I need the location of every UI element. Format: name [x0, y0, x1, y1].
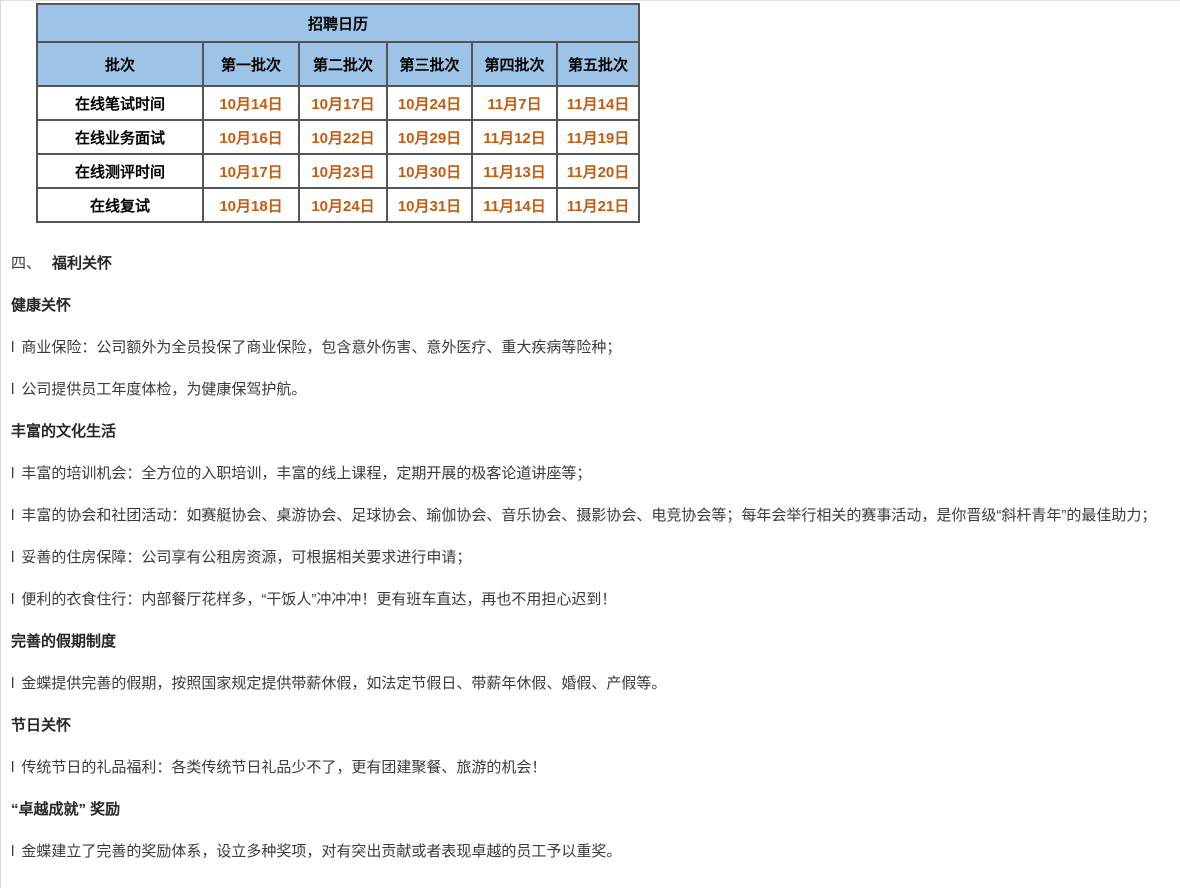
heading-achievement-award: “卓越成就” 奖励 — [11, 796, 1174, 824]
heading-festival-care: 节日关怀 — [11, 712, 1174, 740]
heading-health-care: 健康关怀 — [11, 292, 1174, 320]
section-title-welfare: 四、福利关怀 — [11, 250, 1174, 278]
bullet-training: l 丰富的培训机会：全方位的入职培训，丰富的线上课程，定期开展的极客论道讲座等； — [11, 460, 1174, 488]
col-header-batch-5: 第五批次 — [557, 42, 639, 86]
row-label: 在线笔试时间 — [37, 86, 203, 120]
date-cell: 11月13日 — [472, 154, 557, 188]
bullet-annual-checkup: l 公司提供员工年度体检，为健康保驾护航。 — [11, 376, 1174, 404]
table-row-final-interview: 在线复试 10月18日 10月24日 10月31日 11月14日 11月21日 — [37, 188, 639, 222]
date-cell: 10月24日 — [299, 188, 387, 222]
bullet-reward-system: l 金蝶建立了完善的奖励体系，设立多种奖项，对有突出贡献或者表现卓越的员工予以重奖… — [11, 838, 1174, 866]
bullet-text: 金蝶提供完善的假期，按照国家规定提供带薪休假，如法定节假日、带薪年休假、婚假、产… — [21, 675, 666, 692]
bullet-marker: l — [11, 465, 14, 482]
section-number: 四、 — [11, 255, 41, 272]
row-label: 在线业务面试 — [37, 120, 203, 154]
bullet-text: 商业保险：公司额外为全员投保了商业保险，包含意外伤害、意外医疗、重大疾病等险种； — [21, 339, 621, 356]
heading-vacation-system: 完善的假期制度 — [11, 628, 1174, 656]
date-cell: 11月12日 — [472, 120, 557, 154]
bullet-marker: l — [11, 507, 14, 524]
date-cell: 11月20日 — [557, 154, 639, 188]
col-header-batch-4: 第四批次 — [472, 42, 557, 86]
table-row-assessment: 在线测评时间 10月17日 10月23日 10月30日 11月13日 11月20… — [37, 154, 639, 188]
document-page: 招聘日历 批次 第一批次 第二批次 第三批次 第四批次 第五批次 在线笔试时间 … — [0, 0, 1180, 888]
bullet-clubs: l 丰富的协会和社团活动：如赛艇协会、桌游协会、足球协会、瑜伽协会、音乐协会、摄影… — [11, 502, 1174, 530]
benefits-section: 四、福利关怀 健康关怀 l 商业保险：公司额外为全员投保了商业保险，包含意外伤害、… — [1, 223, 1180, 866]
col-header-batch-3: 第三批次 — [387, 42, 472, 86]
section-title-text: 福利关怀 — [52, 255, 112, 272]
bullet-text: 丰富的培训机会：全方位的入职培训，丰富的线上课程，定期开展的极客论道讲座等； — [21, 465, 591, 482]
date-cell: 10月17日 — [203, 154, 299, 188]
date-cell: 10月22日 — [299, 120, 387, 154]
bullet-festival-gifts: l 传统节日的礼品福利：各类传统节日礼品少不了，更有团建聚餐、旅游的机会！ — [11, 754, 1174, 782]
bullet-marker: l — [11, 843, 14, 860]
bullet-marker: l — [11, 549, 14, 566]
row-label: 在线复试 — [37, 188, 203, 222]
date-cell: 11月14日 — [472, 188, 557, 222]
bullet-text: 公司提供员工年度体检，为健康保驾护航。 — [21, 381, 306, 398]
bullet-marker: l — [11, 675, 14, 692]
date-cell: 10月31日 — [387, 188, 472, 222]
date-cell: 11月21日 — [557, 188, 639, 222]
bullet-housing: l 妥善的住房保障：公司享有公租房资源，可根据相关要求进行申请； — [11, 544, 1174, 572]
date-cell: 10月30日 — [387, 154, 472, 188]
date-cell: 10月18日 — [203, 188, 299, 222]
bullet-paid-leave: l 金蝶提供完善的假期，按照国家规定提供带薪休假，如法定节假日、带薪年休假、婚假、… — [11, 670, 1174, 698]
table-row-written-test: 在线笔试时间 10月14日 10月17日 10月24日 11月7日 11月14日 — [37, 86, 639, 120]
bullet-marker: l — [11, 591, 14, 608]
bullet-text: 妥善的住房保障：公司享有公租房资源，可根据相关要求进行申请； — [21, 549, 471, 566]
table-row-business-interview: 在线业务面试 10月16日 10月22日 10月29日 11月12日 11月19… — [37, 120, 639, 154]
bullet-text: 金蝶建立了完善的奖励体系，设立多种奖项，对有突出贡献或者表现卓越的员工予以重奖。 — [21, 843, 621, 860]
table-title: 招聘日历 — [37, 4, 639, 42]
col-header-batch: 批次 — [37, 42, 203, 86]
bullet-commercial-insurance: l 商业保险：公司额外为全员投保了商业保险，包含意外伤害、意外医疗、重大疾病等险种… — [11, 334, 1174, 362]
date-cell: 10月16日 — [203, 120, 299, 154]
bullet-marker: l — [11, 759, 14, 776]
date-cell: 10月29日 — [387, 120, 472, 154]
bullet-text: 丰富的协会和社团活动：如赛艇协会、桌游协会、足球协会、瑜伽协会、音乐协会、摄影协… — [21, 507, 1156, 524]
date-cell: 11月19日 — [557, 120, 639, 154]
table-header-row: 批次 第一批次 第二批次 第三批次 第四批次 第五批次 — [37, 42, 639, 86]
date-cell: 11月14日 — [557, 86, 639, 120]
bullet-text: 传统节日的礼品福利：各类传统节日礼品少不了，更有团建聚餐、旅游的机会！ — [21, 759, 546, 776]
row-label: 在线测评时间 — [37, 154, 203, 188]
bullet-food-commute: l 便利的衣食住行：内部餐厅花样多，“干饭人”冲冲冲！更有班车直达，再也不用担心迟… — [11, 586, 1174, 614]
bullet-marker: l — [11, 339, 14, 356]
recruitment-calendar-table: 招聘日历 批次 第一批次 第二批次 第三批次 第四批次 第五批次 在线笔试时间 … — [36, 3, 640, 223]
date-cell: 10月14日 — [203, 86, 299, 120]
date-cell: 10月17日 — [299, 86, 387, 120]
date-cell: 10月23日 — [299, 154, 387, 188]
bullet-marker: l — [11, 381, 14, 398]
col-header-batch-2: 第二批次 — [299, 42, 387, 86]
heading-cultural-life: 丰富的文化生活 — [11, 418, 1174, 446]
date-cell: 10月24日 — [387, 86, 472, 120]
bullet-text: 便利的衣食住行：内部餐厅花样多，“干饭人”冲冲冲！更有班车直达，再也不用担心迟到… — [21, 591, 616, 608]
col-header-batch-1: 第一批次 — [203, 42, 299, 86]
table-title-row: 招聘日历 — [37, 4, 639, 42]
date-cell: 11月7日 — [472, 86, 557, 120]
